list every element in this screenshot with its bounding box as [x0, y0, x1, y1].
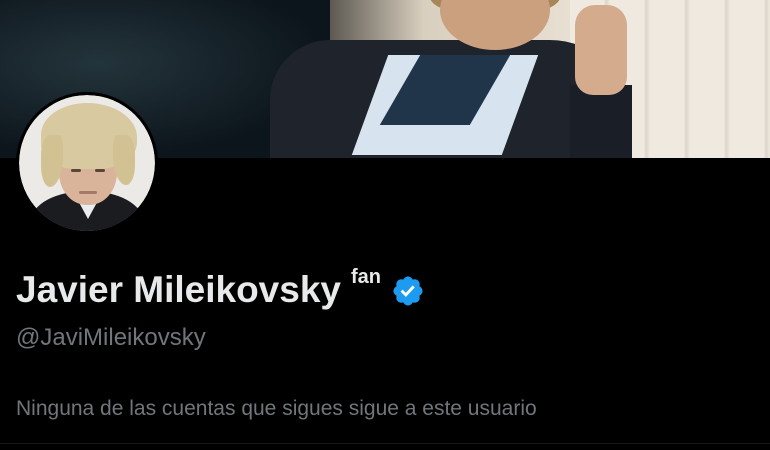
profile-name-row: Javier Mileikovsky fan: [16, 266, 425, 312]
banner-sleeve: [570, 85, 632, 158]
name-suffix: fan: [351, 266, 381, 288]
avatar[interactable]: [16, 92, 158, 234]
avatar-eye-left: [71, 169, 81, 172]
profile-handle: @JaviMileikovsky: [16, 324, 206, 351]
verified-badge-icon[interactable]: [391, 274, 425, 308]
display-name: Javier Mileikovsky: [16, 269, 341, 310]
avatar-mouth: [79, 191, 97, 194]
divider: [0, 443, 770, 444]
banner-thumbs-up: [575, 5, 627, 95]
followers-you-know-note: Ninguna de las cuentas que sigues sigue …: [16, 397, 537, 420]
avatar-eye-right: [95, 169, 105, 172]
